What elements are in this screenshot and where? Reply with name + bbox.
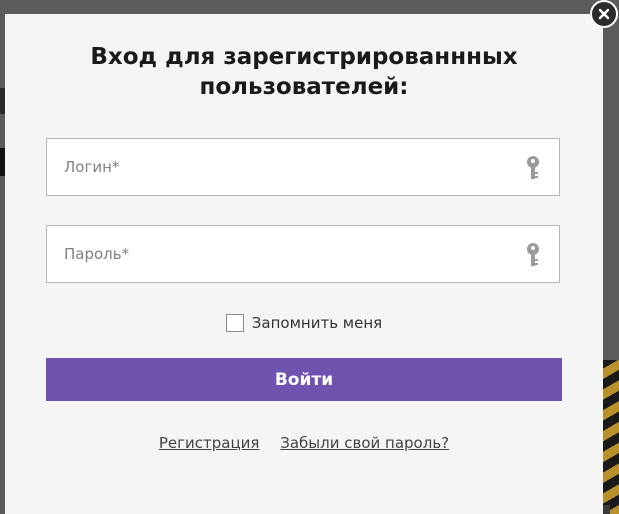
- login-input[interactable]: [47, 139, 517, 195]
- remember-me-checkbox[interactable]: [225, 314, 244, 332]
- remember-me-row: Запомнить меня: [5, 314, 603, 334]
- key-icon: [526, 155, 540, 181]
- login-modal: Вход для зарегистрированнных пользовател…: [5, 14, 603, 514]
- remember-me-control[interactable]: Запомнить меня: [225, 314, 383, 332]
- register-link[interactable]: Регистрация: [159, 434, 260, 452]
- remember-me-label: Запомнить меня: [251, 314, 383, 332]
- modal-title: Вход для зарегистрированнных пользовател…: [90, 44, 518, 100]
- auth-links: Регистрация Забыли свой пароль?: [5, 434, 603, 452]
- password-input[interactable]: [47, 226, 517, 282]
- close-icon: [598, 8, 610, 20]
- login-field: [46, 138, 560, 196]
- login-submit-button[interactable]: Войти: [46, 358, 562, 401]
- password-field: [46, 225, 560, 283]
- close-button[interactable]: [590, 0, 618, 28]
- forgot-password-link[interactable]: Забыли свой пароль?: [280, 434, 449, 452]
- key-icon: [526, 242, 540, 268]
